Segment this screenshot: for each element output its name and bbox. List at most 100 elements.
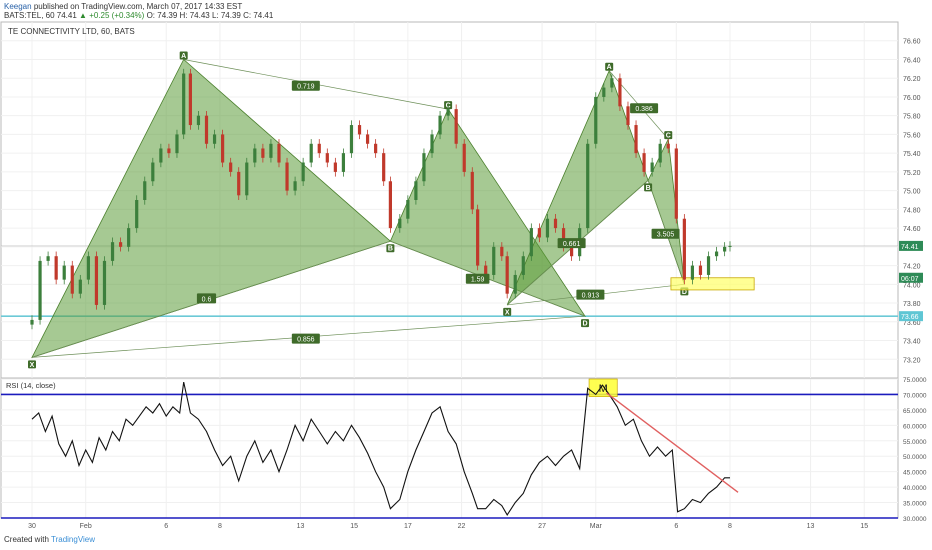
axis-price-label: 73.66 bbox=[899, 311, 923, 322]
candle-body bbox=[221, 134, 225, 163]
candle-body bbox=[325, 153, 329, 163]
pattern-point-x: X bbox=[503, 307, 512, 316]
candle-body bbox=[484, 265, 488, 275]
candle-body bbox=[54, 256, 58, 280]
ratio-label-text: 0.856 bbox=[297, 337, 315, 344]
candle-body bbox=[151, 162, 155, 182]
candle bbox=[333, 157, 337, 177]
candle bbox=[30, 315, 34, 330]
candle-body bbox=[365, 134, 370, 144]
candle bbox=[182, 68, 186, 140]
candle bbox=[618, 73, 622, 111]
price-tick-label: 75.00 bbox=[903, 189, 921, 196]
candle-body bbox=[728, 245, 732, 247]
rsi-tick-label: 40.0000 bbox=[903, 485, 927, 492]
candle-body bbox=[159, 148, 163, 163]
candle-body bbox=[462, 143, 466, 172]
candle bbox=[706, 251, 711, 280]
ratio-label-text: 0.386 bbox=[635, 106, 653, 113]
candle-body bbox=[94, 256, 99, 305]
candle bbox=[454, 104, 458, 149]
rsi-title: RSI (14, close) bbox=[6, 381, 56, 390]
candle bbox=[470, 167, 474, 215]
candle bbox=[46, 251, 50, 266]
pattern-point-label: X bbox=[30, 362, 35, 369]
candle-body bbox=[674, 148, 678, 219]
pattern-point-x: X bbox=[28, 360, 36, 369]
candle-body bbox=[285, 162, 289, 191]
chart-canvas[interactable]: 76.60 76.40 76.20 76.00 75.80 75.60 75.40 75.20… bbox=[0, 0, 932, 550]
candle-body bbox=[682, 218, 686, 280]
pattern-point-label: X bbox=[505, 309, 510, 316]
candle-body bbox=[414, 181, 418, 200]
candle-body bbox=[698, 265, 703, 275]
candle-body bbox=[470, 171, 474, 210]
candle-body bbox=[476, 209, 480, 266]
pattern-point-b: B bbox=[386, 244, 395, 253]
candle bbox=[422, 148, 426, 186]
candle-body bbox=[406, 200, 410, 219]
candle bbox=[388, 176, 392, 233]
candle-body bbox=[626, 106, 630, 126]
candle bbox=[476, 204, 480, 271]
candle bbox=[357, 120, 362, 140]
candle bbox=[188, 68, 192, 130]
candle-body bbox=[175, 134, 179, 154]
x-tick-label: 27 bbox=[538, 523, 546, 530]
pattern-point-a: A bbox=[179, 51, 188, 60]
ratio-label: 0.856 bbox=[291, 333, 320, 344]
ratio-label: 0.661 bbox=[557, 238, 586, 249]
pattern-point-label: B bbox=[388, 246, 393, 253]
candle-body bbox=[610, 78, 614, 88]
candle-body bbox=[690, 265, 695, 280]
candle bbox=[86, 251, 90, 285]
price-tick-label: 76.60 bbox=[903, 39, 921, 46]
candle-body bbox=[553, 218, 558, 229]
candle-body bbox=[135, 200, 139, 229]
candle-body bbox=[317, 143, 321, 154]
rsi-tick-label: 60.0000 bbox=[903, 423, 927, 430]
pattern-point-b: B bbox=[644, 183, 653, 192]
candle bbox=[728, 241, 732, 252]
rsi-trendline bbox=[606, 392, 739, 493]
candle-body bbox=[127, 228, 131, 247]
candle-body bbox=[245, 162, 249, 196]
ratio-label-text: 3.505 bbox=[657, 232, 675, 239]
candle bbox=[674, 143, 678, 224]
candle-body bbox=[513, 274, 517, 294]
candle bbox=[325, 148, 329, 168]
rsi-pane[interactable]: 75.0000 70.0000 65.0000 60.0000 55.0000 50.00… bbox=[0, 377, 927, 523]
candle-body bbox=[422, 153, 426, 182]
pattern-point-label: D bbox=[582, 321, 587, 328]
candle-body bbox=[86, 256, 90, 280]
price-pane[interactable]: 76.60 76.40 76.20 76.00 75.80 75.60 75.40 75.20… bbox=[0, 21, 923, 379]
candle-body bbox=[309, 143, 313, 163]
candle-body bbox=[349, 125, 354, 154]
created-with-text: Created with bbox=[4, 535, 49, 544]
candle-body bbox=[293, 181, 297, 191]
candle-body bbox=[46, 256, 50, 261]
x-tick-label: Mar bbox=[590, 523, 603, 530]
axis-price-label-text: 06:07 bbox=[901, 276, 919, 283]
candle-body bbox=[529, 228, 533, 257]
x-tick-label: 6 bbox=[674, 523, 678, 530]
tradingview-logo[interactable]: TradingView bbox=[51, 535, 95, 544]
x-tick-label: 13 bbox=[807, 523, 815, 530]
candle-body bbox=[382, 153, 386, 182]
ratio-label-text: 0.6 bbox=[202, 296, 212, 303]
candle-body bbox=[301, 162, 305, 182]
candle-body bbox=[586, 143, 590, 229]
candle-body bbox=[594, 96, 598, 144]
candle-body bbox=[70, 265, 74, 294]
price-tick-label: 75.20 bbox=[903, 170, 921, 177]
candle-body bbox=[253, 148, 257, 163]
rsi-line bbox=[31, 381, 730, 516]
ratio-label-text: 1.59 bbox=[471, 277, 485, 284]
candle-body bbox=[333, 162, 337, 172]
candle-body bbox=[261, 148, 265, 158]
x-tick-label: 22 bbox=[458, 523, 466, 530]
ratio-label-text: 0.913 bbox=[582, 293, 600, 300]
candle-body bbox=[62, 265, 66, 280]
x-tick-label: 15 bbox=[350, 523, 358, 530]
candle-body bbox=[118, 242, 123, 247]
